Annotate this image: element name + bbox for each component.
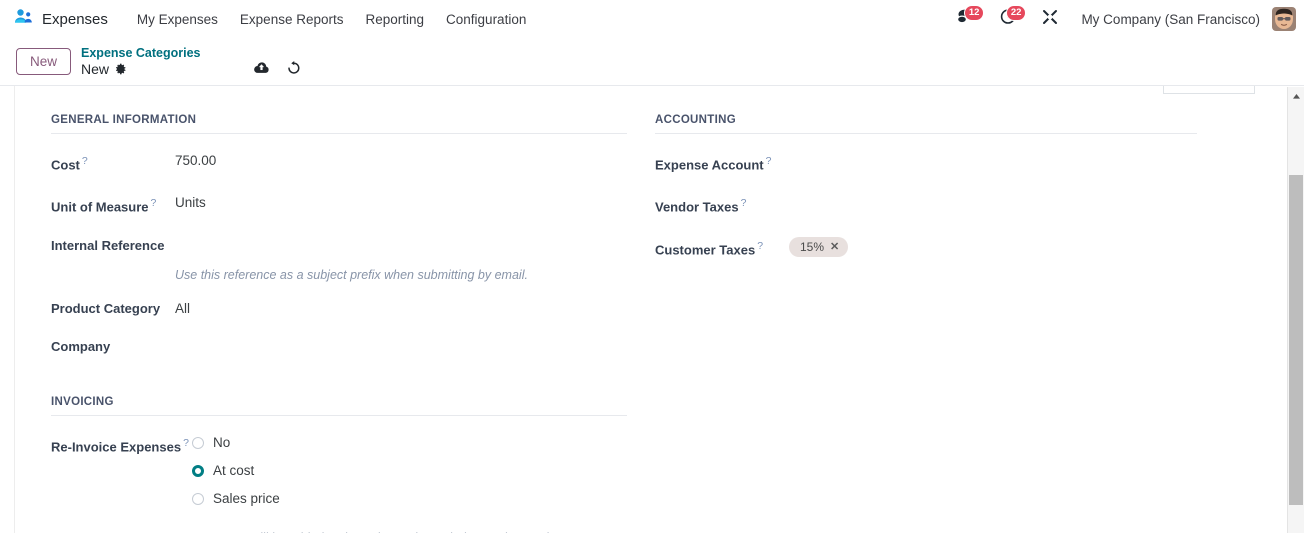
field-internal-reference: Internal Reference <box>51 237 627 255</box>
radio-dot-at-cost[interactable] <box>192 464 204 477</box>
company-switcher[interactable]: My Company (San Francisco) <box>1073 12 1268 27</box>
field-label-cost-text: Cost <box>51 157 80 173</box>
field-label-product-category: Product Category <box>51 300 175 318</box>
field-label-reinvoice-expenses-text: Re-Invoice Expenses <box>51 438 182 454</box>
form-sheet: General Information Cost? 750.00 Unit of… <box>0 86 1304 533</box>
scrollbar-thumb[interactable] <box>1289 175 1303 505</box>
form-column-left: General Information Cost? 750.00 Unit of… <box>51 114 627 533</box>
vertical-scrollbar[interactable] <box>1287 87 1304 533</box>
activities-count-badge: 22 <box>1005 5 1027 21</box>
field-label-vendor-taxes: Vendor Taxes? <box>655 194 783 216</box>
radio-label-no: No <box>213 434 231 450</box>
field-value-expense-account[interactable] <box>783 152 823 170</box>
breadcrumb-current-row: New <box>81 61 201 77</box>
top-navbar: Expenses My Expenses Expense Reports Rep… <box>0 0 1304 38</box>
bug-tools-icon <box>1041 8 1059 31</box>
field-value-customer-taxes[interactable]: 15% ✕ <box>783 236 849 257</box>
user-avatar[interactable] <box>1272 7 1296 31</box>
scrollbar-track-upper[interactable] <box>1289 104 1303 175</box>
field-vendor-taxes: Vendor Taxes? <box>655 194 1197 216</box>
section-title-invoicing: Invoicing <box>51 396 627 416</box>
field-cost: Cost? 750.00 <box>51 152 627 174</box>
help-icon-reinvoice-expenses[interactable]: ? <box>183 437 189 449</box>
form-column-right: Accounting Expense Account? Vendor Taxes… <box>655 114 1197 533</box>
field-label-company-text: Company <box>51 338 111 354</box>
field-expense-account: Expense Account? <box>655 152 1197 174</box>
field-label-customer-taxes-text: Customer Taxes <box>655 241 756 257</box>
debug-tools-button[interactable] <box>1031 4 1069 34</box>
reinvoice-radio-group: No At cost Sales price <box>192 434 280 507</box>
field-company: Company <box>51 338 627 356</box>
help-icon-vendor-taxes[interactable]: ? <box>741 197 747 209</box>
sheet-content: General Information Cost? 750.00 Unit of… <box>15 86 1277 533</box>
menu-item-reporting[interactable]: Reporting <box>354 6 435 33</box>
radio-option-no[interactable]: No <box>192 435 280 451</box>
scroll-up-button[interactable] <box>1288 87 1304 104</box>
field-label-unit-of-measure: Unit of Measure? <box>51 194 175 216</box>
section-title-general-information: General Information <box>51 114 627 134</box>
radio-option-at-cost[interactable]: At cost <box>192 463 280 479</box>
people-icon <box>14 8 34 31</box>
new-record-button[interactable]: New <box>16 48 72 75</box>
hint-reinvoice-expenses: Expenses will be added to the Sales Orde… <box>192 529 577 533</box>
triangle-up-icon <box>1292 87 1301 105</box>
field-label-customer-taxes: Customer Taxes? <box>655 237 783 259</box>
field-customer-taxes: Customer Taxes? 15% ✕ <box>655 236 1197 259</box>
close-icon[interactable]: ✕ <box>830 240 839 254</box>
gear-icon[interactable] <box>115 63 127 75</box>
hint-internal-reference: Use this reference as a subject prefix w… <box>175 267 528 282</box>
undo-arrow-icon[interactable] <box>286 60 301 75</box>
record-actions <box>253 48 301 75</box>
activities-button[interactable]: 22 <box>989 4 1027 34</box>
field-label-expense-account: Expense Account? <box>655 152 783 174</box>
help-icon-expense-account[interactable]: ? <box>766 155 772 167</box>
field-label-cost: Cost? <box>51 152 175 174</box>
field-label-company: Company <box>51 338 175 356</box>
field-label-product-category-text: Product Category <box>51 300 161 316</box>
navbar-right-tools: 12 22 My Company (San Francisco) <box>947 0 1296 38</box>
radio-dot-no[interactable] <box>192 436 204 449</box>
app-name: Expenses <box>42 10 108 28</box>
breadcrumb-parent-link[interactable]: Expense Categories <box>81 46 201 60</box>
tag-customer-tax-label: 15% <box>800 239 825 254</box>
field-value-unit-of-measure[interactable]: Units <box>175 194 215 212</box>
radio-label-at-cost: At cost <box>213 462 255 478</box>
field-value-cost[interactable]: 750.00 <box>175 152 216 170</box>
breadcrumb-current-label: New <box>81 60 110 77</box>
radio-option-sales-price[interactable]: Sales price <box>192 491 280 507</box>
field-label-internal-reference: Internal Reference <box>51 237 175 255</box>
field-label-reinvoice-expenses: Re-Invoice Expenses? <box>51 434 192 456</box>
field-value-vendor-taxes[interactable] <box>783 194 823 212</box>
main-menu: My Expenses Expense Reports Reporting Co… <box>126 6 537 33</box>
section-title-accounting: Accounting <box>655 114 1197 134</box>
field-value-product-category[interactable]: All <box>175 300 215 318</box>
field-reinvoice-expenses: Re-Invoice Expenses? No At cost Sales pr… <box>51 434 627 507</box>
cloud-upload-icon[interactable] <box>253 61 270 75</box>
control-panel: New Expense Categories New <box>0 38 1304 86</box>
messages-count-badge: 12 <box>963 5 985 21</box>
menu-item-configuration[interactable]: Configuration <box>435 6 537 33</box>
field-label-vendor-taxes-text: Vendor Taxes <box>655 199 739 215</box>
field-value-internal-reference[interactable] <box>175 237 215 255</box>
radio-label-sales-price: Sales price <box>213 490 280 506</box>
help-icon-customer-taxes[interactable]: ? <box>757 240 763 252</box>
help-icon-unit-of-measure[interactable]: ? <box>151 197 157 209</box>
app-brand[interactable]: Expenses <box>10 8 108 31</box>
menu-item-expense-reports[interactable]: Expense Reports <box>229 6 355 33</box>
field-label-unit-of-measure-text: Unit of Measure <box>51 199 149 215</box>
category-image-upload[interactable] <box>1163 86 1255 94</box>
radio-dot-sales-price[interactable] <box>192 492 204 505</box>
field-value-company[interactable] <box>175 338 215 356</box>
field-label-expense-account-text: Expense Account <box>655 157 764 173</box>
menu-item-my-expenses[interactable]: My Expenses <box>126 6 229 33</box>
tag-customer-tax[interactable]: 15% ✕ <box>789 236 849 257</box>
breadcrumb: Expense Categories New <box>81 46 201 76</box>
form-columns: General Information Cost? 750.00 Unit of… <box>15 86 1277 533</box>
help-icon-cost[interactable]: ? <box>82 155 88 167</box>
field-unit-of-measure: Unit of Measure? Units <box>51 194 627 216</box>
field-label-internal-reference-text: Internal Reference <box>51 237 165 253</box>
field-product-category: Product Category All <box>51 300 627 318</box>
messages-button[interactable]: 12 <box>947 4 985 34</box>
